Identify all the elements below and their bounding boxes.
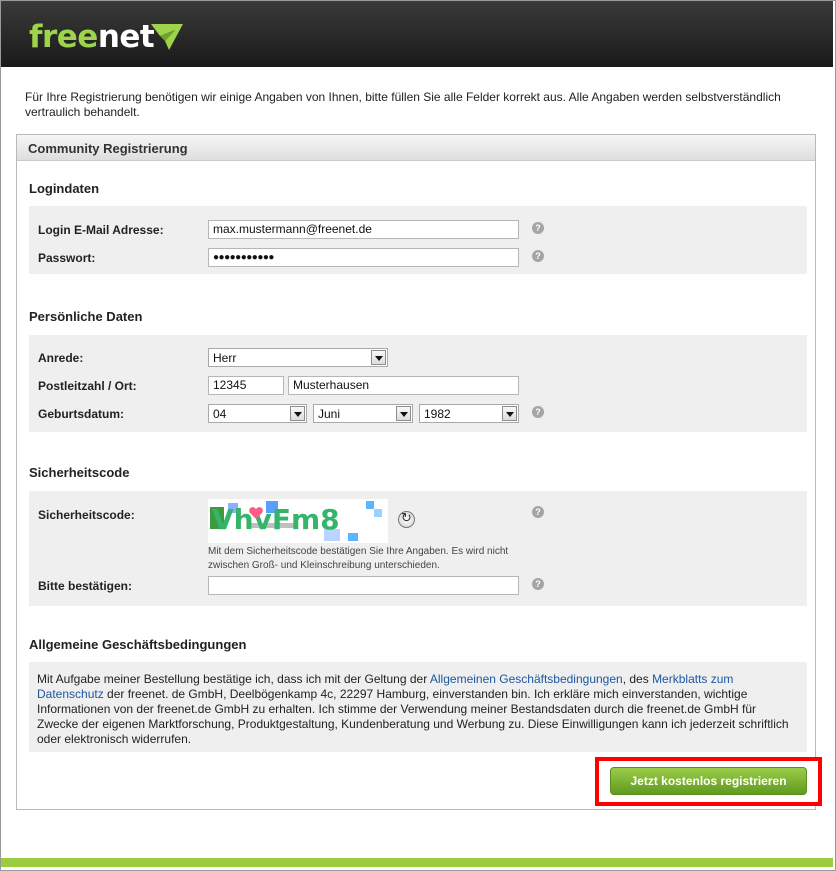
password-field[interactable]: ●●●●●●●●●●●: [208, 248, 519, 267]
confirm-label: Bitte bestätigen:: [38, 579, 133, 593]
birth-month-value: Juni: [318, 407, 341, 421]
security-help-icon[interactable]: ?: [532, 506, 544, 518]
personal-section-title: Persönliche Daten: [29, 309, 143, 324]
logo-word-free: free: [29, 19, 98, 55]
agb-text-part-1: Mit Aufgabe meiner Bestellung bestätige …: [37, 672, 430, 686]
register-button[interactable]: Jetzt kostenlos registrieren: [610, 767, 807, 795]
intro-text: Für Ihre Registrierung benötigen wir ein…: [25, 90, 781, 119]
captcha-text: VhvFm8: [212, 503, 340, 536]
chevron-down-icon[interactable]: [371, 350, 386, 365]
panel-title: Community Registrierung: [28, 141, 188, 156]
city-field[interactable]: Musterhausen: [288, 376, 519, 395]
agb-text-part-2: , des: [622, 672, 653, 686]
security-section-title: Sicherheitscode: [29, 465, 130, 480]
agb-text-box: Mit Aufgabe meiner Bestellung bestätige …: [29, 662, 807, 752]
birth-year-value: 1982: [424, 407, 451, 421]
login-section-title: Logindaten: [29, 181, 100, 196]
birth-day-select[interactable]: 04: [208, 404, 307, 423]
email-field[interactable]: max.mustermann@freenet.de: [208, 220, 519, 239]
confirm-help-icon[interactable]: ?: [532, 578, 544, 590]
freenet-logo-icon: [151, 24, 183, 50]
birth-day-value: 04: [213, 407, 227, 421]
email-label: Login E-Mail Adresse:: [38, 223, 164, 237]
agb-section-title: Allgemeine Geschäftsbedingungen: [29, 637, 247, 652]
captcha-graphic: VhvFm8: [208, 499, 388, 543]
chevron-down-icon[interactable]: [396, 406, 411, 421]
chevron-down-icon[interactable]: [290, 406, 305, 421]
refresh-captcha-icon[interactable]: [398, 511, 415, 528]
confirm-code-field[interactable]: [208, 576, 519, 595]
birth-year-select[interactable]: 1982: [419, 404, 519, 423]
salutation-select[interactable]: Herr: [208, 348, 388, 367]
zip-field[interactable]: 12345: [208, 376, 284, 395]
freenet-logo[interactable]: freenet: [29, 19, 155, 55]
security-hint: Mit dem Sicherheitscode bestätigen Sie I…: [208, 546, 509, 571]
site-header: freenet: [1, 1, 833, 67]
birth-month-select[interactable]: Juni: [313, 404, 413, 423]
password-help-icon[interactable]: ?: [532, 250, 544, 262]
chevron-down-icon[interactable]: [502, 406, 517, 421]
zip-city-label: Postleitzahl / Ort:: [38, 379, 137, 393]
birthdate-label: Geburtsdatum:: [38, 407, 125, 421]
birthdate-help-icon[interactable]: ?: [532, 406, 544, 418]
email-help-icon[interactable]: ?: [532, 222, 544, 234]
registration-panel: Community Registrierung Logindaten Login…: [16, 134, 816, 810]
salutation-label: Anrede:: [38, 351, 84, 365]
security-code-label: Sicherheitscode:: [38, 508, 135, 522]
password-label: Passwort:: [38, 251, 96, 265]
captcha-image: VhvFm8: [208, 499, 388, 543]
panel-header: Community Registrierung: [17, 135, 815, 161]
terms-link[interactable]: Allgemeinen Geschäftsbedingungen: [430, 672, 623, 686]
salutation-value: Herr: [213, 351, 237, 365]
logo-word-net: net: [97, 19, 155, 55]
footer-bar: [1, 858, 833, 867]
agb-text-part-3: der freenet. de GmbH, Deelbögenkamp 4c, …: [37, 687, 789, 746]
